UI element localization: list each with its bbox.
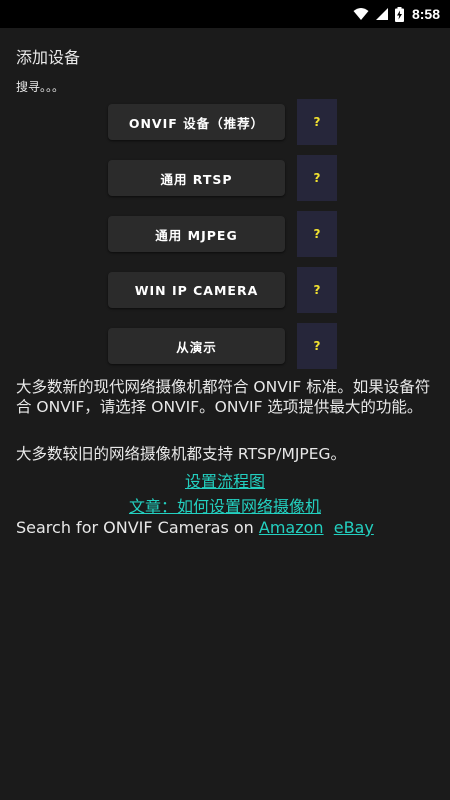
searching-status: 搜寻。。。 — [16, 80, 65, 94]
rtsp-help-button[interactable]: ? — [297, 155, 337, 201]
from-demo-button[interactable]: 从演示 — [108, 328, 285, 364]
setup-flowchart-link[interactable]: 设置流程图 — [0, 468, 450, 492]
battery-charging-icon — [394, 6, 404, 22]
status-bar: 8:58 — [0, 0, 450, 28]
page-title: 添加设备 — [16, 48, 81, 67]
status-icons: 8:58 — [353, 4, 440, 24]
search-prefix-text: Search for ONVIF Cameras on — [16, 518, 259, 537]
generic-rtsp-button[interactable]: 通用 RTSP — [108, 160, 285, 196]
onvif-info-text: 大多数新的现代网络摄像机都符合 ONVIF 标准。如果设备符合 ONVIF，请选… — [16, 378, 431, 416]
amazon-link[interactable]: Amazon — [259, 518, 324, 537]
search-cameras-line: Search for ONVIF Cameras on Amazon eBay — [16, 518, 374, 537]
onvif-help-button[interactable]: ? — [297, 99, 337, 145]
signal-icon — [375, 7, 389, 21]
mjpeg-help-button[interactable]: ? — [297, 211, 337, 257]
link-separator — [324, 518, 334, 537]
wifi-icon — [353, 7, 369, 21]
demo-help-button[interactable]: ? — [297, 323, 337, 369]
win-ip-camera-help-button[interactable]: ? — [297, 267, 337, 313]
status-time: 8:58 — [411, 6, 440, 22]
ebay-link[interactable]: eBay — [334, 518, 374, 537]
onvif-device-button[interactable]: ONVIF 设备（推荐） — [108, 104, 285, 140]
setup-article-link[interactable]: 文章：如何设置网络摄像机 — [0, 493, 450, 517]
win-ip-camera-button[interactable]: WIN IP CAMERA — [108, 272, 285, 308]
generic-mjpeg-button[interactable]: 通用 MJPEG — [108, 216, 285, 252]
legacy-info-text: 大多数较旧的网络摄像机都支持 RTSP/MJPEG。 — [16, 445, 347, 463]
